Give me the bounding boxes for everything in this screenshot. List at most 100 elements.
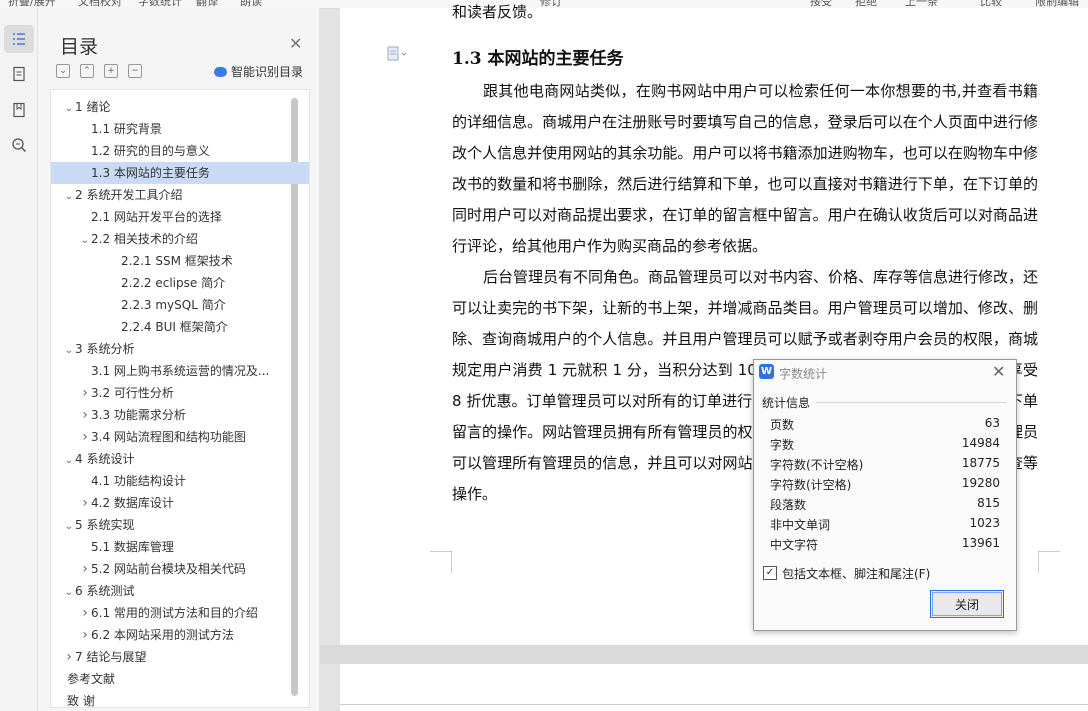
collapse-all-icon[interactable]: ⌄ — [56, 64, 70, 78]
toc-item[interactable]: ⌄ 4 系统设计 — [51, 448, 300, 470]
toc-item[interactable]: › 3.4 网站流程图和结构功能图 — [51, 426, 309, 448]
word-count-dialog: W 字数统计 ✕ 统计信息 页数 63 字数 14984 字符数(不计空格) 1877… — [753, 359, 1017, 631]
toc-item[interactable]: 2.2.2 eclipse 简介 — [51, 272, 309, 294]
toc-item[interactable]: ⌄ 6 系统测试 — [51, 580, 300, 602]
toc-toolbar: ⌄ ⌃ + − — [56, 64, 142, 78]
toc-item-label: 1.1 研究背景 — [91, 122, 162, 136]
toc-item-label: 1.3 本网站的主要任务 — [91, 166, 210, 180]
stat-row: 页数 63 — [770, 416, 1000, 436]
include-textbox-label[interactable]: 包括文本框、脚注和尾注(F) — [782, 565, 930, 582]
stat-label: 段落数 — [770, 498, 807, 512]
toc-item[interactable]: ⌄ 5 系统实现 — [51, 514, 300, 536]
toc-item-label: 4.1 功能结构设计 — [91, 474, 186, 488]
stat-label: 中文字符 — [770, 538, 819, 552]
close-button[interactable]: 关闭 — [930, 590, 1004, 618]
chevron-down-icon[interactable]: ⌄ — [63, 98, 75, 118]
find-icon[interactable] — [4, 131, 34, 159]
toc-item-label: 2.2.4 BUI 框架简介 — [121, 320, 228, 334]
chevron-right-icon[interactable]: › — [79, 624, 91, 646]
chevron-right-icon[interactable]: › — [79, 492, 91, 514]
toc-item[interactable]: 1.3 本网站的主要任务 — [51, 162, 309, 184]
toc-item[interactable]: 参考文献 — [51, 668, 304, 690]
page-icon[interactable] — [4, 60, 34, 88]
toc-item-label: 5.2 网站前台模块及相关代码 — [91, 562, 246, 576]
paragraph-handle-icon[interactable] — [387, 46, 409, 62]
toc-item[interactable]: › 6.2 本网站采用的测试方法 — [51, 624, 309, 646]
close-icon[interactable]: ✕ — [992, 362, 1005, 381]
toc-item[interactable]: › 7 结论与展望 — [51, 646, 300, 668]
stat-value: 63 — [984, 416, 1000, 430]
chevron-down-icon[interactable]: ⌄ — [63, 450, 75, 470]
toc-item[interactable]: 5.1 数据库管理 — [51, 536, 309, 558]
chevron-right-icon[interactable]: › — [63, 646, 75, 668]
next-page[interactable] — [340, 664, 1088, 711]
dialog-title: 字数统计 — [779, 367, 828, 381]
chevron-right-icon[interactable]: › — [79, 426, 91, 448]
group-label: 统计信息 — [762, 396, 811, 410]
toc-item-label: 2.2.1 SSM 框架技术 — [121, 254, 233, 268]
toc-item-label: 3 系统分析 — [75, 342, 135, 356]
toc-item[interactable]: 4.1 功能结构设计 — [51, 470, 309, 492]
toc-item[interactable]: › 3.3 功能需求分析 — [51, 404, 309, 426]
chevron-down-icon[interactable]: ⌄ — [63, 516, 75, 536]
toc-item-label: 3.1 网上购书系统运营的情况及... — [91, 364, 270, 378]
stat-value: 815 — [977, 496, 1000, 510]
stat-value: 1023 — [969, 516, 1000, 530]
stat-row: 非中文单词 1023 — [770, 516, 1000, 536]
dialog-titlebar[interactable]: W 字数统计 ✕ — [754, 360, 1016, 386]
chevron-down-icon[interactable]: ⌄ — [63, 582, 75, 602]
toc-item[interactable]: 2.2.3 mySQL 简介 — [51, 294, 309, 316]
bookmark-icon[interactable] — [4, 96, 34, 124]
toc-item-label: 2.2.2 eclipse 简介 — [121, 276, 226, 290]
stat-value: 19280 — [961, 476, 1000, 490]
toc-item-label: 4.2 数据库设计 — [91, 496, 174, 510]
chevron-down-icon[interactable]: ⌄ — [63, 186, 75, 206]
toc-item[interactable]: 2.2.1 SSM 框架技术 — [51, 250, 309, 272]
toc-item-label: 5 系统实现 — [75, 518, 135, 532]
toc-item[interactable]: › 5.2 网站前台模块及相关代码 — [51, 558, 309, 580]
toc-item-label: 1 绪论 — [75, 100, 111, 114]
toc-item[interactable]: 3.1 网上购书系统运营的情况及... — [51, 360, 309, 382]
toc-panel: 目录 ✕ ⌄ ⌃ + − 智能识别目录 ⌄ 1 绪论 1.1 研究背景 1.2 研究的… — [38, 8, 319, 711]
expand-all-icon[interactable]: ⌃ — [80, 64, 94, 78]
stat-label: 非中文单词 — [770, 518, 831, 532]
stat-row: 段落数 815 — [770, 496, 1000, 516]
toc-item-label: 6 系统测试 — [75, 584, 135, 598]
chevron-right-icon[interactable]: › — [79, 558, 91, 580]
close-icon[interactable]: ✕ — [289, 34, 302, 53]
toc-item[interactable]: 1.2 研究的目的与意义 — [51, 140, 309, 162]
remove-heading-icon[interactable]: − — [128, 64, 142, 78]
include-textbox-checkbox[interactable]: ✓ — [763, 566, 777, 580]
chevron-down-icon[interactable]: ⌄ — [63, 340, 75, 360]
stat-label: 字符数(不计空格) — [770, 458, 864, 472]
toc-item[interactable]: 致 谢 — [51, 690, 304, 707]
add-heading-icon[interactable]: + — [104, 64, 118, 78]
toc-item[interactable]: › 6.1 常用的测试方法和目的介绍 — [51, 602, 309, 624]
smart-toc-button[interactable]: 智能识别目录 — [214, 63, 303, 80]
toc-item[interactable]: 2.1 网站开发平台的选择 — [51, 206, 309, 228]
stat-label: 字数 — [770, 438, 795, 452]
toc-item[interactable]: › 4.2 数据库设计 — [51, 492, 309, 514]
toc-item-label: 3.2 可行性分析 — [91, 386, 174, 400]
toc-item[interactable]: ⌄ 1 绪论 — [51, 96, 300, 118]
toc-item-label: 5.1 数据库管理 — [91, 540, 174, 554]
outline-icon[interactable] — [4, 25, 34, 53]
toc-item[interactable]: 1.1 研究背景 — [51, 118, 309, 140]
toc-list: ⌄ 1 绪论 1.1 研究背景 1.2 研究的目的与意义 1.3 本网站的主要任务 ⌄ 2 … — [50, 89, 310, 708]
side-rail — [0, 8, 38, 711]
toc-item-label: 3.4 网站流程图和结构功能图 — [91, 430, 246, 444]
chevron-right-icon[interactable]: › — [79, 602, 91, 624]
toc-item[interactable]: ⌄ 2.2 相关技术的介绍 — [51, 228, 309, 250]
toc-item[interactable]: 2.2.4 BUI 框架简介 — [51, 316, 309, 338]
chevron-right-icon[interactable]: › — [79, 382, 91, 404]
chevron-right-icon[interactable]: › — [79, 404, 91, 426]
toc-item[interactable]: ⌄ 3 系统分析 — [51, 338, 300, 360]
toc-item[interactable]: ⌄ 2 系统开发工具介绍 — [51, 184, 300, 206]
toc-item-label: 3.3 功能需求分析 — [91, 408, 186, 422]
page-edge — [340, 704, 1088, 705]
group-divider — [816, 402, 1006, 403]
chevron-down-icon[interactable]: ⌄ — [79, 230, 91, 250]
stat-row: 字符数(计空格) 19280 — [770, 476, 1000, 496]
toc-item[interactable]: › 3.2 可行性分析 — [51, 382, 309, 404]
stat-row: 中文字符 13961 — [770, 536, 1000, 556]
